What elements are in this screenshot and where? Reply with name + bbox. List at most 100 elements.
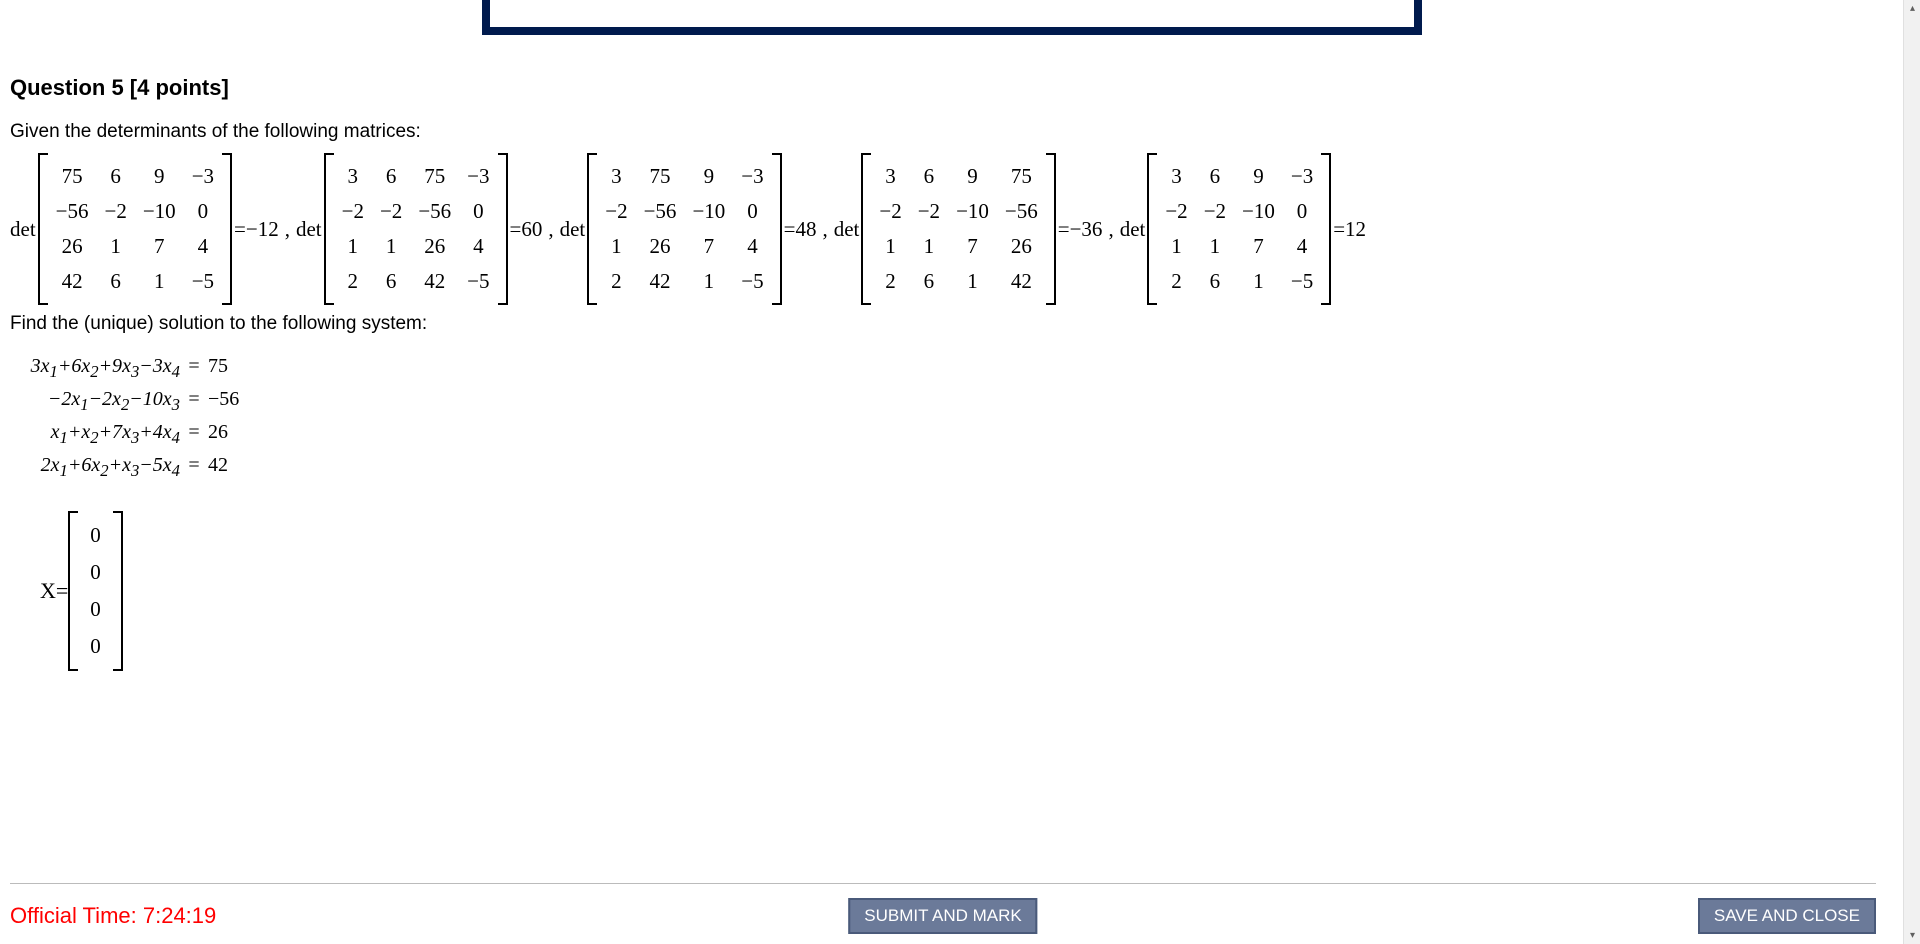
matrix-cell: 4 (733, 229, 771, 264)
matrix-cell: −3 (459, 159, 497, 194)
top-answer-box (482, 0, 1422, 35)
matrix-cell: 0 (459, 194, 497, 229)
equals-sign: = (186, 355, 202, 382)
matrix-cell: 42 (410, 264, 459, 299)
matrix-cell: −10 (135, 194, 184, 229)
matrix-cell: 4 (184, 229, 222, 264)
solution-cell[interactable]: 0 (78, 517, 113, 554)
matrix-cell: 3 (1157, 159, 1195, 194)
solution-vector: X= 0000 (40, 511, 1893, 671)
matrix-cell: 9 (1234, 159, 1283, 194)
matrix-cell: 1 (597, 229, 635, 264)
equation-lhs: −2x1−2x2−10x3 (16, 388, 186, 415)
matrix-cell: 2 (334, 264, 372, 299)
matrix-cell: 1 (372, 229, 410, 264)
matrix-cell: 9 (135, 159, 184, 194)
content-area: Question 5 [4 points] Given the determin… (0, 0, 1903, 944)
separator: , (1108, 217, 1119, 242)
det-value: =−36 (1056, 217, 1109, 242)
official-time-value: 7:24:19 (143, 903, 216, 928)
scroll-up-arrow-icon[interactable]: ▴ (1904, 0, 1920, 17)
det-label: det (834, 217, 862, 242)
matrix-cell: 2 (597, 264, 635, 299)
determinant-row: det7569−3−56−2−100261744261−5=−12, det36… (10, 153, 1893, 305)
matrix-cell: 75 (997, 159, 1046, 194)
equation-rhs: 26 (202, 421, 228, 448)
scroll-down-arrow-icon[interactable]: ▾ (1904, 927, 1920, 944)
solution-label: X= (40, 578, 68, 604)
matrix-cell: −2 (910, 194, 948, 229)
matrix-cell: −5 (1283, 264, 1321, 299)
matrix-cell: −2 (597, 194, 635, 229)
separator: , (822, 217, 833, 242)
det-label: det (560, 217, 588, 242)
matrix-cell: 2 (871, 264, 909, 299)
matrix-cell: 1 (1234, 264, 1283, 299)
find-text: Find the (unique) solution to the follow… (10, 313, 1893, 335)
det-label: det (1120, 217, 1148, 242)
matrix-cell: 0 (1283, 194, 1321, 229)
matrix-cell: 75 (636, 159, 685, 194)
matrix: 369−3−2−2−1001174261−5 (1147, 153, 1331, 305)
vertical-scrollbar[interactable]: ▴ ▾ (1903, 0, 1920, 944)
equation: 2x1+6x2+x3−5x4=42 (16, 454, 1893, 481)
matrix-cell: 0 (733, 194, 771, 229)
det-label: det (296, 217, 324, 242)
matrix-cell: 1 (135, 264, 184, 299)
matrix-cell: 6 (97, 264, 135, 299)
matrix-cell: −56 (636, 194, 685, 229)
matrix-cell: 7 (135, 229, 184, 264)
solution-cell[interactable]: 0 (78, 628, 113, 665)
matrix-cell: 1 (334, 229, 372, 264)
matrix-cell: 6 (1196, 159, 1234, 194)
equation-lhs: x1+x2+7x3+4x4 (16, 421, 186, 448)
official-time-label: Official Time: (10, 903, 143, 928)
scrollbar-track[interactable] (1904, 17, 1920, 927)
equation: −2x1−2x2−10x3=−56 (16, 388, 1893, 415)
matrix-cell: 4 (459, 229, 497, 264)
matrix-cell: −2 (97, 194, 135, 229)
matrix-cell: 1 (948, 264, 997, 299)
save-and-close-button[interactable]: SAVE AND CLOSE (1698, 898, 1876, 934)
matrix-cell: −56 (48, 194, 97, 229)
matrix-cell: 3 (597, 159, 635, 194)
equation-system: 3x1+6x2+9x3−3x4=75−2x1−2x2−10x3=−56x1+x2… (16, 355, 1893, 481)
viewport: Question 5 [4 points] Given the determin… (0, 0, 1920, 944)
separator: , (548, 217, 559, 242)
solution-matrix[interactable]: 0000 (68, 511, 123, 671)
matrix-cell: 42 (997, 264, 1046, 299)
matrix-cell: 1 (1196, 229, 1234, 264)
matrix-cell: −10 (948, 194, 997, 229)
matrix-cell: 2 (1157, 264, 1195, 299)
submit-and-mark-button[interactable]: SUBMIT AND MARK (848, 898, 1037, 934)
solution-cell[interactable]: 0 (78, 591, 113, 628)
matrix-cell: 26 (636, 229, 685, 264)
matrix-cell: 26 (48, 229, 97, 264)
matrix-cell: 6 (372, 264, 410, 299)
equation-lhs: 2x1+6x2+x3−5x4 (16, 454, 186, 481)
equals-sign: = (186, 454, 202, 481)
equals-sign: = (186, 421, 202, 448)
given-text: Given the determinants of the following … (10, 121, 1893, 143)
matrix-cell: 26 (410, 229, 459, 264)
det-value: =48 (782, 217, 823, 242)
question-title: Question 5 [4 points] (10, 75, 1893, 101)
equation-rhs: 42 (202, 454, 228, 481)
matrix-cell: 1 (684, 264, 733, 299)
det-value: =60 (508, 217, 549, 242)
matrix-cell: 4 (1283, 229, 1321, 264)
matrix-cell: −56 (410, 194, 459, 229)
matrix-cell: 9 (948, 159, 997, 194)
matrix-cell: 7 (948, 229, 997, 264)
matrix: 7569−3−56−2−100261744261−5 (38, 153, 232, 305)
matrix-cell: 75 (48, 159, 97, 194)
matrix-cell: 75 (410, 159, 459, 194)
matrix-cell: 1 (910, 229, 948, 264)
solution-cell[interactable]: 0 (78, 554, 113, 591)
equation-rhs: −56 (202, 388, 239, 415)
matrix: 3675−3−2−2−560112642642−5 (324, 153, 508, 305)
matrix-cell: 9 (684, 159, 733, 194)
separator: , (285, 217, 296, 242)
matrix-cell: 1 (871, 229, 909, 264)
matrix-cell: −3 (733, 159, 771, 194)
